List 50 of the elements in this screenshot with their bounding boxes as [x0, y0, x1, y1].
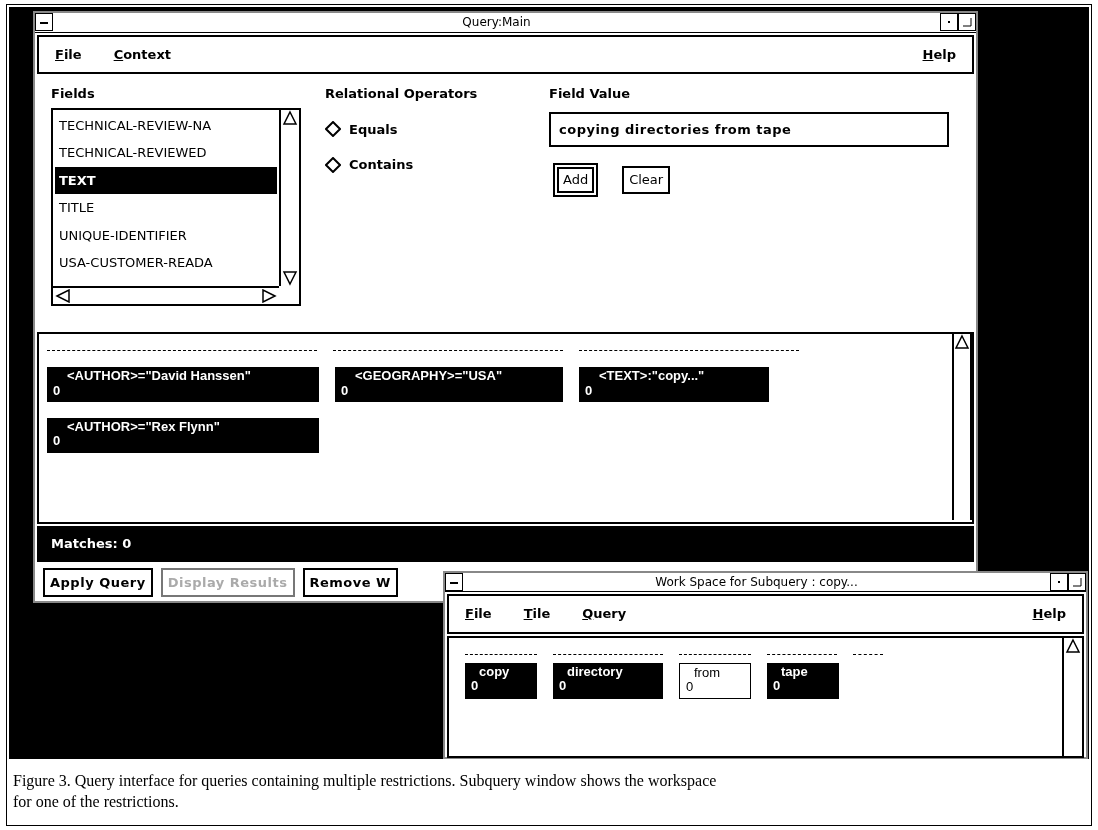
maximize-icon[interactable] — [961, 16, 973, 29]
list-item[interactable]: UNIQUE-IDENTIFIER — [55, 221, 277, 250]
list-item[interactable]: TECHNICAL-REVIEW-NA — [55, 111, 277, 140]
list-item[interactable]: TITLE — [55, 194, 277, 222]
scrollbar[interactable] — [279, 109, 299, 286]
query-chip[interactable]: <AUTHOR>="Rex Flynn" 0 — [47, 417, 319, 453]
radio-diamond[interactable] — [325, 121, 341, 138]
scroll-left-icon[interactable] — [55, 288, 71, 303]
radio-label[interactable]: Contains — [349, 155, 414, 175]
action-button[interactable]: Apply Query — [43, 567, 153, 597]
figure-caption: for one of the restrictions. — [13, 791, 180, 812]
scroll-up-icon[interactable] — [1065, 637, 1081, 654]
scroll-up-icon[interactable] — [954, 334, 970, 351]
menu-item[interactable]: File — [55, 44, 82, 65]
horizontal-scrollbar[interactable] — [53, 285, 279, 304]
menu-item[interactable]: Help — [922, 44, 956, 65]
action-button[interactable]: Remove W — [302, 567, 398, 597]
menu-item[interactable]: Tile — [523, 604, 551, 624]
radio-diamond[interactable] — [325, 156, 341, 173]
section-label: Relational Operators — [325, 85, 479, 104]
query-chip[interactable]: from 0 — [679, 662, 751, 700]
status-bar: Matches: 0 — [37, 526, 974, 562]
section-label: Field Value — [549, 85, 632, 104]
window-title: Query:Main — [461, 14, 532, 32]
query-chip[interactable]: tape 0 — [767, 662, 839, 700]
scrollbar[interactable] — [952, 334, 972, 521]
section-label: Fields — [51, 85, 96, 104]
scroll-right-icon[interactable] — [261, 288, 277, 303]
radio-label[interactable]: Equals — [349, 119, 398, 140]
scrollbar[interactable] — [1062, 637, 1082, 756]
list-item[interactable]: USA-CUSTOMER-READA — [55, 249, 277, 277]
menu-item[interactable]: Context — [113, 44, 171, 65]
query-chip[interactable]: directory 0 — [553, 662, 663, 700]
menu-item[interactable]: File — [465, 604, 492, 624]
input-field[interactable]: copying directories from tape — [549, 111, 949, 148]
scroll-down-icon[interactable] — [282, 269, 298, 286]
scroll-up-icon[interactable] — [282, 109, 298, 126]
action-button[interactable]: Clear — [622, 166, 671, 194]
menu-item[interactable]: Help — [1032, 604, 1066, 624]
query-chip[interactable]: <GEOGRAPHY>="USA" 0 — [335, 367, 563, 402]
query-chip[interactable]: <AUTHOR>="David Hanssen" 0 — [47, 367, 319, 402]
window-title: Work Space for Subquery : copy... — [654, 574, 859, 591]
query-chip[interactable]: <TEXT>:"copy..." 0 — [579, 367, 769, 402]
maximize-icon[interactable] — [1071, 576, 1083, 588]
menu-item[interactable]: Query — [582, 604, 627, 624]
list-item[interactable]: TECHNICAL-REVIEWED — [55, 139, 277, 167]
action-button[interactable]: Add — [553, 163, 599, 197]
list-item[interactable]: TEXT — [55, 166, 277, 195]
figure-caption: Figure 3. Query interface for queries containing multiple restrictions. Subquery window shows the workspace — [13, 771, 718, 792]
query-chip[interactable]: copy 0 — [465, 662, 537, 700]
